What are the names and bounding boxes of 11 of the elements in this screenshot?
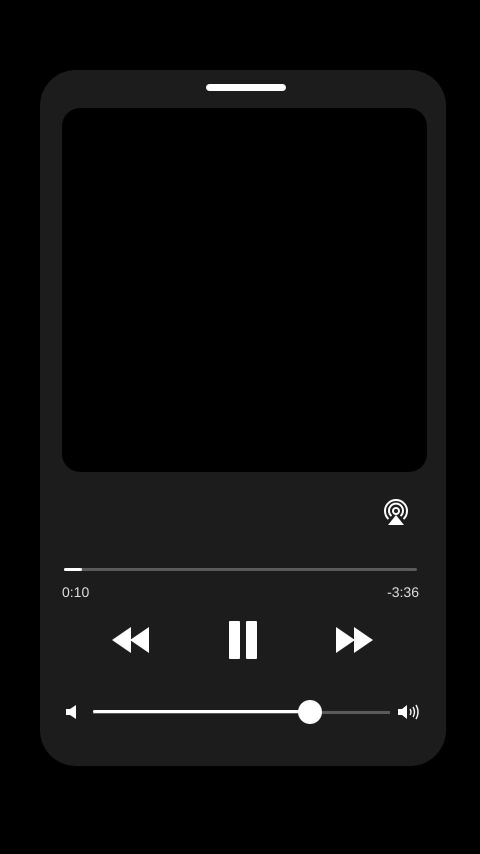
grabber-handle[interactable] [206, 84, 286, 91]
elapsed-time: 0:10 [62, 584, 90, 600]
speaker-quiet-icon [66, 705, 78, 719]
rewind-icon[interactable] [112, 627, 152, 653]
volume-thumb[interactable] [298, 700, 322, 724]
progress-track[interactable] [64, 568, 417, 571]
fast-forward-icon[interactable] [333, 627, 373, 653]
pause-icon[interactable] [228, 621, 258, 659]
speaker-loud-icon [398, 704, 420, 720]
remaining-time: -3:36 [387, 584, 419, 600]
airplay-icon[interactable] [382, 499, 410, 527]
